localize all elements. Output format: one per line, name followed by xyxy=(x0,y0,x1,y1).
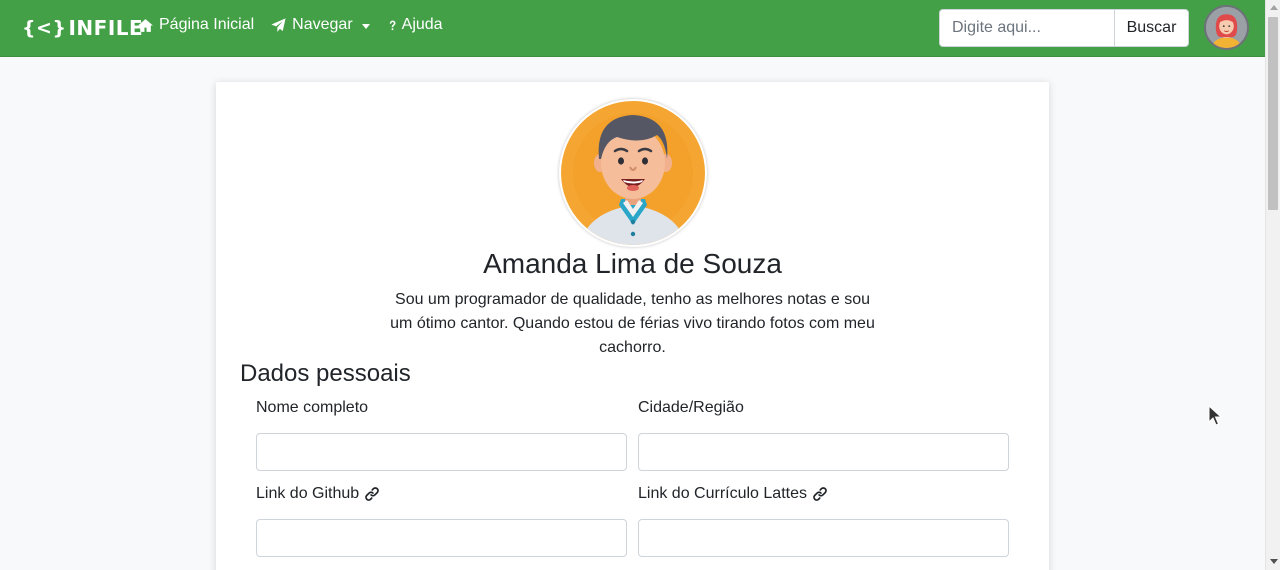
github-link-input[interactable] xyxy=(256,519,627,557)
scroll-thumb[interactable] xyxy=(1268,17,1278,210)
profile-avatar-image xyxy=(561,101,705,245)
search-button[interactable]: Buscar xyxy=(1114,9,1189,47)
brand-name: INFILE xyxy=(68,16,144,40)
section-title-personal-data: Dados pessoais xyxy=(240,360,411,387)
mouse-cursor-icon xyxy=(1208,405,1222,426)
lattes-link-label: Link do Currículo Lattes xyxy=(638,484,1009,504)
nav-help-link[interactable]: Ajuda xyxy=(386,16,443,34)
github-link-label: Link do Github xyxy=(256,484,627,504)
full-name-input[interactable] xyxy=(256,433,627,471)
user-avatar[interactable] xyxy=(1204,5,1249,50)
profile-name: Amanda Lima de Souza xyxy=(483,248,782,279)
lattes-link-label-text: Link do Currículo Lattes xyxy=(638,485,807,502)
profile-photo xyxy=(559,99,707,247)
profile-bio: Sou um programador de qualidade, tenho a… xyxy=(390,291,875,356)
profile-card: Amanda Lima de Souza Sou um programador … xyxy=(216,82,1049,570)
city-label: Cidade/Região xyxy=(638,398,1009,418)
city-field: Cidade/Região xyxy=(638,398,1009,471)
city-input[interactable] xyxy=(638,433,1009,471)
lattes-link-field: Link do Currículo Lattes xyxy=(638,484,1009,557)
nav-home-label: Página Inicial xyxy=(159,16,255,33)
github-link-label-text: Link do Github xyxy=(256,485,360,502)
lattes-link-input[interactable] xyxy=(638,519,1009,557)
search-input[interactable] xyxy=(939,9,1114,47)
link-icon xyxy=(813,487,827,501)
home-icon xyxy=(138,18,153,32)
scroll-up-arrow-icon[interactable] xyxy=(1270,5,1278,10)
nav-home-link[interactable]: Página Inicial xyxy=(137,16,254,34)
full-name-label-text: Nome completo xyxy=(256,399,369,416)
question-icon xyxy=(389,20,396,30)
full-name-field: Nome completo xyxy=(256,398,627,471)
github-link-field: Link do Github xyxy=(256,484,627,557)
chevron-down-icon xyxy=(361,23,370,29)
link-icon xyxy=(365,487,380,501)
page-scrollbar[interactable] xyxy=(1265,0,1280,570)
nav-browse-dropdown[interactable]: Navegar xyxy=(270,16,370,34)
full-name-label: Nome completo xyxy=(256,398,627,418)
nav-links: Página Inicial Navegar Ajuda xyxy=(137,16,459,34)
nav-browse-label: Navegar xyxy=(292,16,353,33)
user-avatar-image xyxy=(1206,7,1247,48)
search-form: Buscar xyxy=(939,9,1189,47)
scroll-down-arrow-icon[interactable] xyxy=(1270,559,1278,564)
nav-help-label: Ajuda xyxy=(401,16,443,33)
top-navbar: {<} INFILE Página Inicial Navegar Ajuda … xyxy=(0,0,1265,57)
city-label-text: Cidade/Região xyxy=(638,399,744,416)
brand-logo-glyph: {<} xyxy=(22,17,67,39)
paper-plane-icon xyxy=(271,17,286,32)
brand-logo[interactable]: {<} INFILE xyxy=(22,14,143,42)
